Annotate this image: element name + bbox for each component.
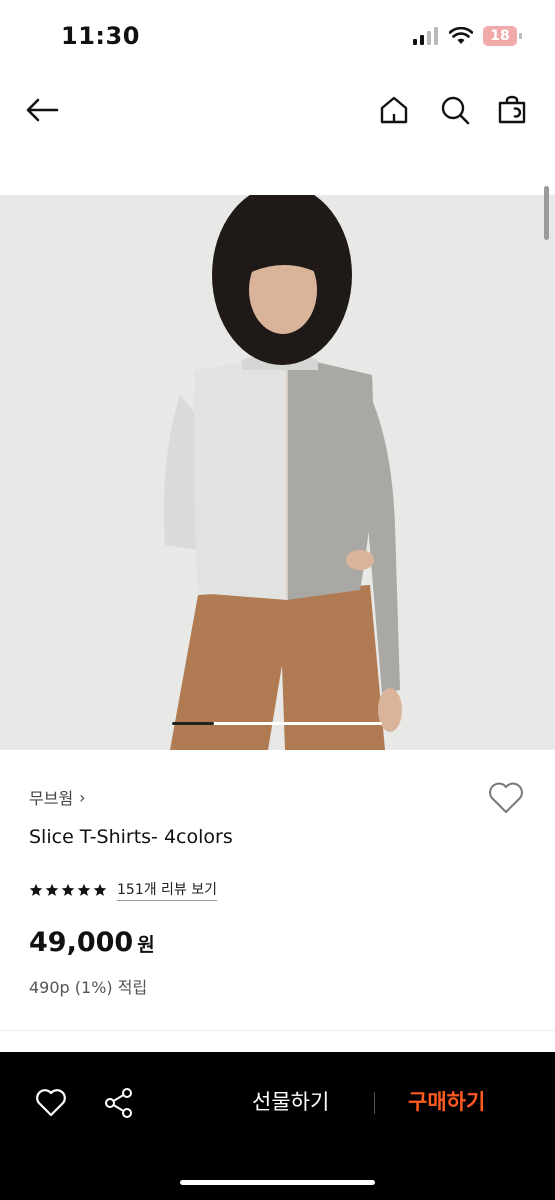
star-icon xyxy=(29,883,43,896)
header xyxy=(0,80,555,140)
chevron-right-icon: › xyxy=(79,787,86,807)
carousel-indicator-fill xyxy=(172,722,214,725)
cart-button[interactable] xyxy=(492,90,532,130)
status-icons: 18 xyxy=(413,26,522,46)
product-image[interactable] xyxy=(0,195,555,750)
rating-row: 151개 리뷰 보기 xyxy=(29,879,218,901)
gift-button[interactable]: 선물하기 xyxy=(252,1086,329,1116)
star-icon xyxy=(93,883,107,896)
price-amount: 49,000 xyxy=(29,927,134,958)
status-bar: 11:30 18 xyxy=(0,0,555,70)
buy-button[interactable]: 구매하기 xyxy=(408,1086,485,1116)
status-time: 11:30 xyxy=(61,22,140,50)
points-info: 490p (1%) 적립 xyxy=(29,978,148,997)
brand-link[interactable]: 무브웜 › xyxy=(29,785,86,809)
back-arrow-icon xyxy=(26,98,59,122)
bottom-bar-separator xyxy=(374,1092,375,1114)
heart-outline-icon xyxy=(36,1089,66,1117)
price-unit: 원 xyxy=(137,934,155,956)
back-button[interactable] xyxy=(22,90,62,130)
heart-outline-icon xyxy=(489,782,523,813)
review-link[interactable]: 151개 리뷰 보기 xyxy=(117,879,218,901)
star-icon xyxy=(61,883,75,896)
star-icon xyxy=(77,883,91,896)
shopping-bag-icon xyxy=(498,95,526,124)
brand-name: 무브웜 xyxy=(29,789,74,808)
carousel-indicator xyxy=(172,722,382,725)
wifi-icon xyxy=(449,27,473,44)
divider xyxy=(0,1030,555,1031)
search-icon xyxy=(441,96,470,125)
home-button[interactable] xyxy=(374,90,414,130)
star-rating xyxy=(29,883,107,897)
battery-indicator: 18 xyxy=(483,26,522,46)
scrollbar[interactable] xyxy=(544,186,549,240)
bottom-action-bar: 선물하기 구매하기 xyxy=(0,1052,555,1200)
share-button[interactable] xyxy=(102,1086,136,1120)
share-icon xyxy=(105,1088,132,1118)
cellular-signal-icon xyxy=(413,27,438,45)
product-name: Slice T-Shirts- 4colors xyxy=(29,826,233,848)
bottom-wishlist-button[interactable] xyxy=(34,1086,68,1120)
home-indicator[interactable] xyxy=(180,1180,375,1185)
wishlist-button[interactable] xyxy=(486,778,526,818)
product-photo xyxy=(0,195,555,750)
search-button[interactable] xyxy=(435,90,475,130)
price: 49,000 원 xyxy=(29,927,155,958)
star-icon xyxy=(45,883,59,896)
home-icon xyxy=(380,96,408,124)
